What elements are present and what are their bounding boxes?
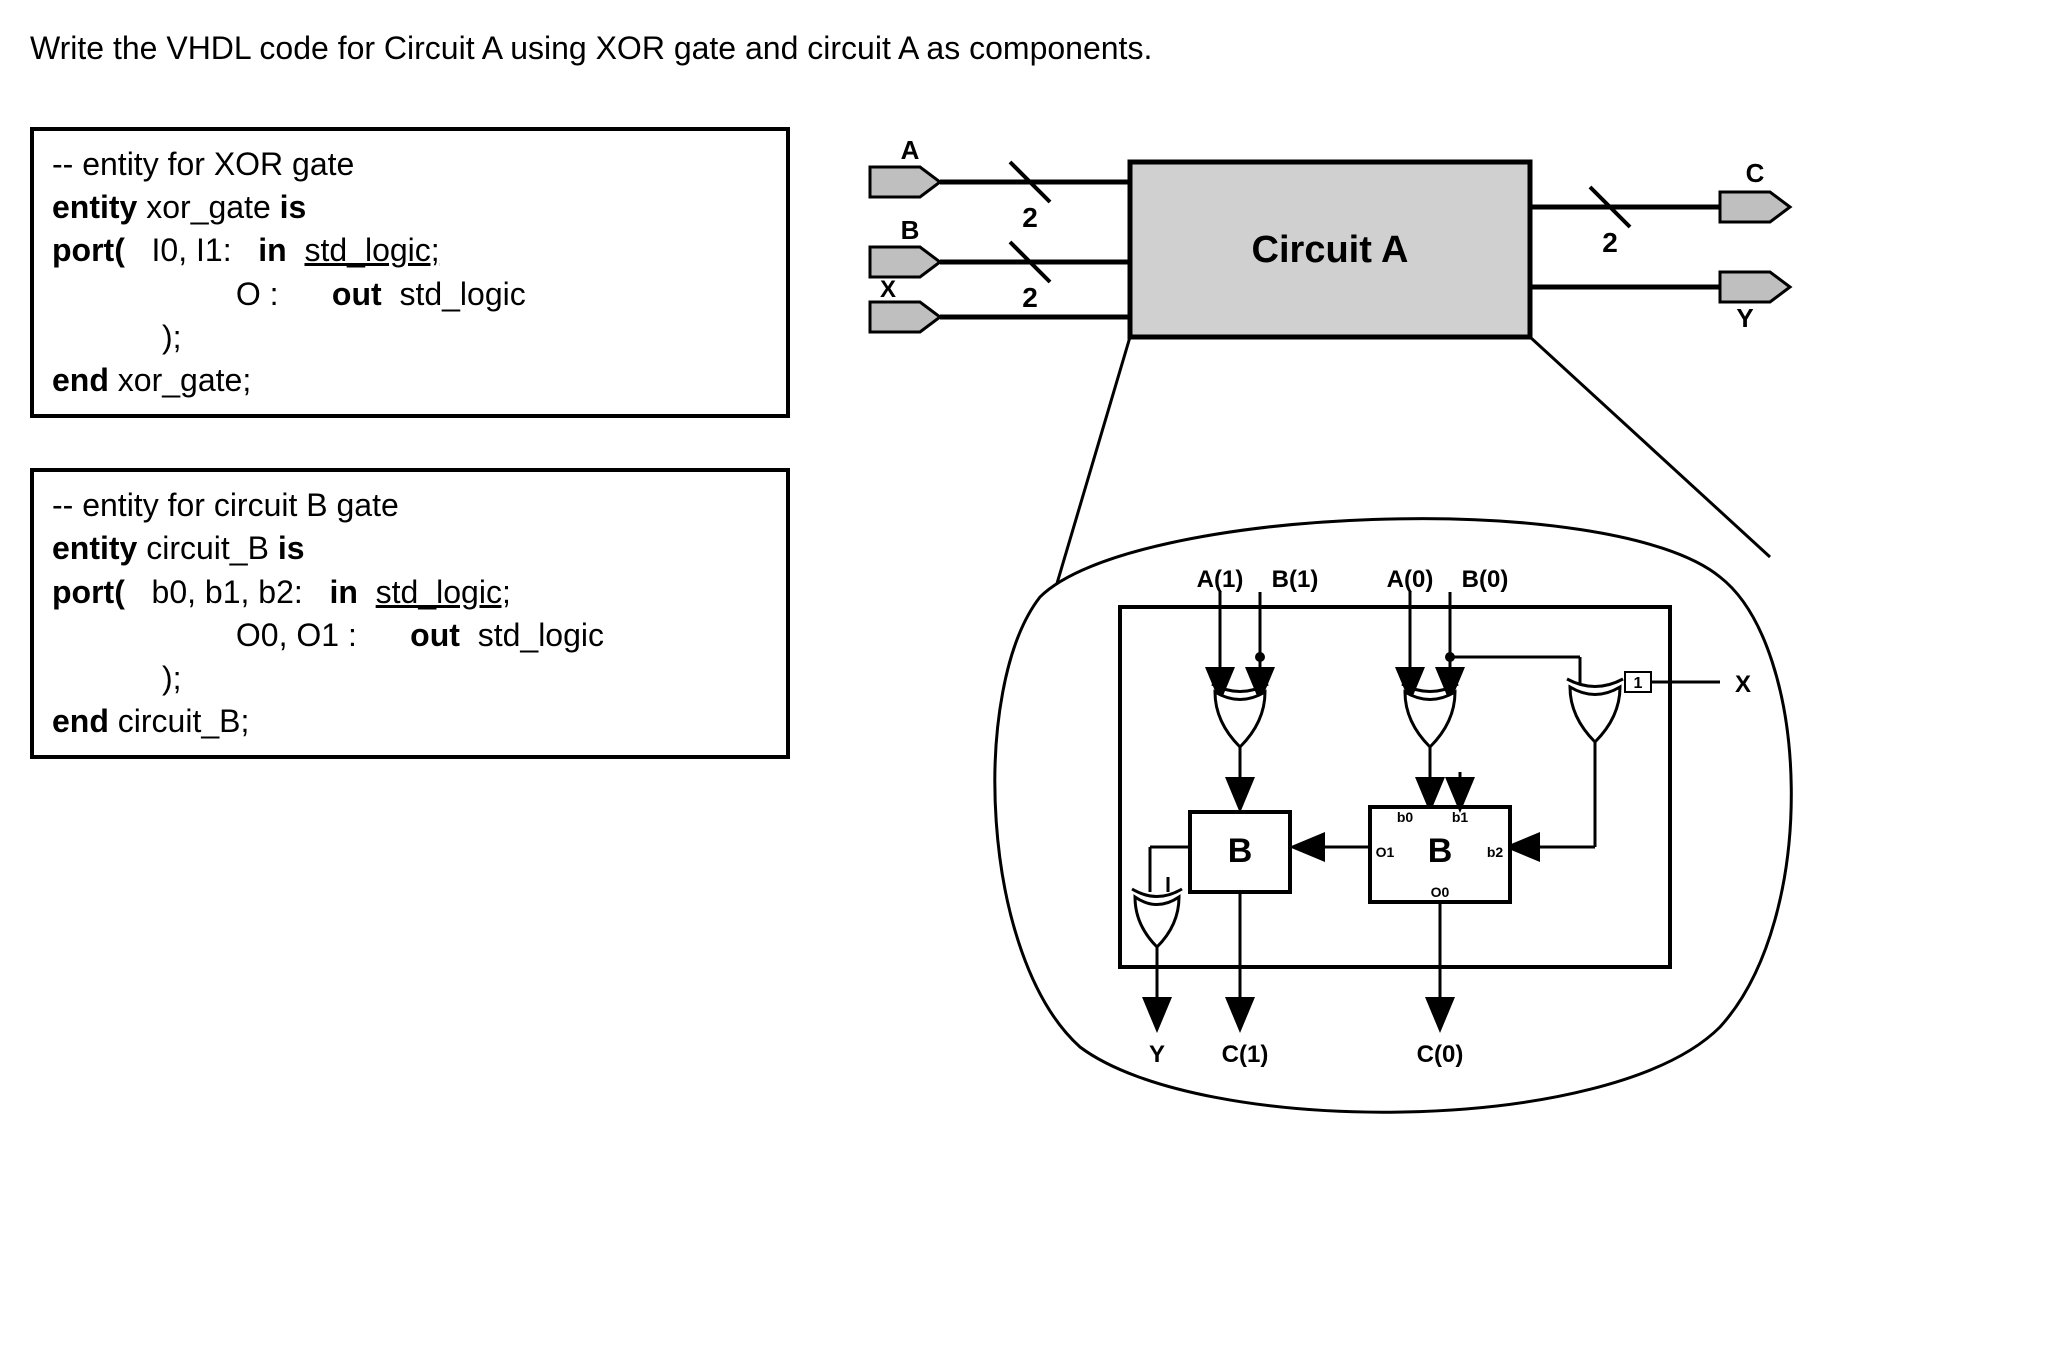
- port-Y-label: Y: [1736, 303, 1753, 333]
- kw-out: out: [332, 276, 382, 312]
- o0-label: O0: [1431, 884, 1450, 900]
- cb-close-paren: );: [162, 660, 182, 696]
- xor-output: O :: [236, 276, 279, 312]
- circuitA-title: Circuit A: [1252, 229, 1409, 271]
- xor-comment: -- entity for XOR gate: [52, 143, 768, 186]
- xor-in-type: std_logic;: [304, 232, 439, 268]
- kw-port: port(: [52, 232, 125, 268]
- question-text: Write the VHDL code for Circuit A using …: [30, 30, 2016, 67]
- bus2-C: 2: [1602, 227, 1618, 258]
- port-Y-icon: [1720, 272, 1790, 302]
- lbl-C1: C(1): [1222, 1041, 1269, 1068]
- cb-output: O0, O1 :: [236, 617, 357, 653]
- kw-in: in: [258, 232, 286, 268]
- lbl-B1: B(1): [1272, 566, 1319, 593]
- xor-end-name: xor_gate;: [118, 362, 251, 398]
- xor-entity-line: entity xor_gate is: [52, 186, 768, 229]
- kw-port2: port(: [52, 574, 125, 610]
- kw-is2: is: [278, 530, 305, 566]
- xor-entity-code: -- entity for XOR gate entity xor_gate i…: [30, 127, 790, 418]
- port-C-icon: [1720, 192, 1790, 222]
- bus2-A: 2: [1022, 202, 1038, 233]
- kw-is: is: [280, 189, 307, 225]
- port-A-label: A: [901, 135, 920, 165]
- kw-end: end: [52, 362, 109, 398]
- B-left-label: B: [1228, 832, 1253, 870]
- cb-comment: -- entity for circuit B gate: [52, 484, 768, 527]
- b1-label: b1: [1452, 809, 1469, 825]
- kw-end2: end: [52, 703, 109, 739]
- circuitB-entity-code: -- entity for circuit B gate entity circ…: [30, 468, 790, 759]
- kw-entity: entity: [52, 189, 137, 225]
- kw-in2: in: [329, 574, 357, 610]
- xor-end: end xor_gate;: [52, 359, 768, 402]
- port-A-icon: [870, 167, 940, 197]
- lbl-B0: B(0): [1462, 566, 1509, 593]
- xor-close-paren: );: [162, 319, 182, 355]
- port-X-label: X: [880, 276, 896, 303]
- cb-name: circuit_B: [146, 530, 269, 566]
- cb-in-type: std_logic;: [376, 574, 511, 610]
- xor-close: );: [52, 316, 768, 359]
- xor-name: xor_gate: [146, 189, 271, 225]
- xor-port-out: O : out std_logic: [52, 273, 768, 316]
- cb-close: );: [52, 657, 768, 700]
- lbl-A1: A(1): [1197, 566, 1244, 593]
- port-B-label: B: [901, 215, 920, 245]
- circuit-diagram: A B X 2 2 Circuit A 2: [850, 127, 1900, 1177]
- lbl-A0: A(0): [1387, 566, 1434, 593]
- B-right-label: B: [1428, 832, 1453, 870]
- cb-out-type: std_logic: [478, 617, 604, 653]
- cb-end-name: circuit_B;: [118, 703, 250, 739]
- content-row: -- entity for XOR gate entity xor_gate i…: [30, 127, 2016, 1177]
- cb-port-out: O0, O1 : out std_logic: [52, 614, 768, 657]
- one-label: 1: [1634, 675, 1643, 692]
- lbl-X: X: [1735, 671, 1751, 698]
- kw-out2: out: [410, 617, 460, 653]
- lbl-C0: C(0): [1417, 1041, 1464, 1068]
- b0-label: b0: [1397, 809, 1414, 825]
- cb-entity-line: entity circuit_B is: [52, 527, 768, 570]
- bus2-B: 2: [1022, 282, 1038, 313]
- proj-right: [1530, 337, 1770, 557]
- o1-label: O1: [1376, 844, 1395, 860]
- lbl-Y: Y: [1149, 1041, 1165, 1068]
- cb-end: end circuit_B;: [52, 700, 768, 743]
- cb-inputs: b0, b1, b2:: [152, 574, 303, 610]
- kw-entity2: entity: [52, 530, 137, 566]
- port-B-icon: [870, 247, 940, 277]
- left-column: -- entity for XOR gate entity xor_gate i…: [30, 127, 790, 759]
- diagram-area: A B X 2 2 Circuit A 2: [850, 127, 1900, 1177]
- port-X-icon: [870, 302, 940, 332]
- xor-inputs: I0, I1:: [152, 232, 232, 268]
- xor-out-type: std_logic: [399, 276, 525, 312]
- cb-port-in: port( b0, b1, b2: in std_logic;: [52, 571, 768, 614]
- port-C-label: C: [1746, 158, 1765, 188]
- b2-label: b2: [1487, 844, 1504, 860]
- xor-port-in: port( I0, I1: in std_logic;: [52, 229, 768, 272]
